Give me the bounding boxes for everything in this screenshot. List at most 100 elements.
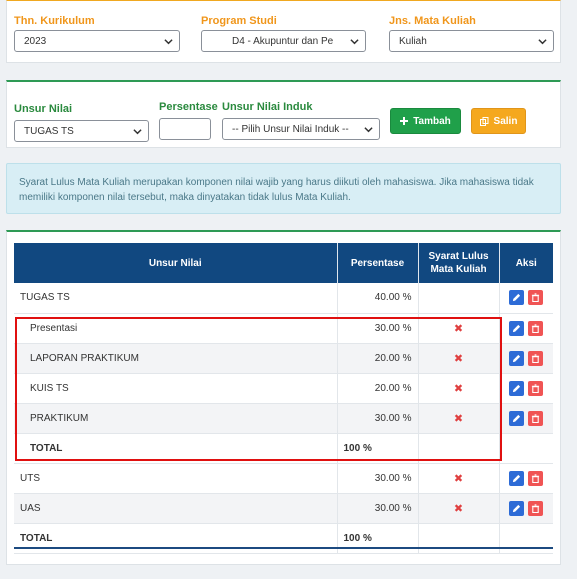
jenis-mata-kuliah-select[interactable]: Kuliah bbox=[389, 30, 554, 52]
tambah-button-label: Tambah bbox=[413, 115, 451, 127]
pencil-icon bbox=[513, 414, 521, 422]
filter-card: Thn. Kurikulum 2023 Program Studi D4 - A… bbox=[6, 0, 561, 63]
unsur-nilai-cell: UAS bbox=[14, 493, 338, 524]
tahun-kurikulum-select[interactable]: 2023 bbox=[14, 30, 180, 52]
chevron-down-icon bbox=[538, 39, 547, 45]
unsur-nilai-select[interactable]: TUGAS TS bbox=[14, 120, 149, 142]
aksi-cell bbox=[499, 373, 553, 404]
edit-button[interactable] bbox=[509, 320, 525, 336]
table-row: KUIS TS 20.00 % ✖ bbox=[14, 373, 553, 404]
pencil-icon bbox=[513, 504, 521, 512]
copy-icon bbox=[479, 116, 489, 126]
delete-button[interactable] bbox=[528, 410, 544, 426]
col-header-aksi: Aksi bbox=[499, 243, 553, 283]
col-header-persentase: Persentase bbox=[337, 243, 419, 283]
delete-button[interactable] bbox=[528, 320, 544, 336]
program-studi-select[interactable]: D4 - Akupuntur dan Pe bbox=[201, 30, 366, 52]
aksi-cell bbox=[499, 283, 553, 314]
unsur-nilai-induk-value: -- Pilih Unsur Nilai Induk -- bbox=[232, 123, 349, 135]
trash-icon bbox=[532, 383, 540, 393]
persentase-cell: 30.00 % bbox=[337, 403, 419, 434]
edit-button[interactable] bbox=[509, 350, 525, 366]
table-row: LAPORAN PRAKTIKUM 20.00 % ✖ bbox=[14, 343, 553, 374]
x-mark-icon: ✖ bbox=[453, 472, 464, 485]
syarat-lulus-cell: ✖ bbox=[418, 403, 500, 434]
syarat-lulus-cell: ✖ bbox=[418, 373, 500, 404]
unsur-nilai-cell: LAPORAN PRAKTIKUM bbox=[14, 343, 338, 374]
unsur-nilai-label: Unsur Nilai bbox=[14, 103, 73, 115]
tambah-button[interactable]: Tambah bbox=[390, 108, 461, 134]
edit-button[interactable] bbox=[509, 380, 525, 396]
chevron-down-icon bbox=[133, 129, 142, 135]
trash-icon bbox=[532, 293, 540, 303]
unsur-nilai-table: Unsur Nilai Persentase Syarat Lulus Mata… bbox=[14, 243, 553, 554]
edit-button[interactable] bbox=[509, 470, 525, 486]
pencil-icon bbox=[513, 474, 521, 482]
tahun-kurikulum-label: Thn. Kurikulum bbox=[14, 15, 95, 27]
unsur-nilai-cell: KUIS TS bbox=[14, 373, 338, 404]
aksi-cell bbox=[499, 433, 553, 464]
pencil-icon bbox=[513, 324, 521, 332]
edit-button[interactable] bbox=[509, 410, 525, 426]
table-bottom-rule bbox=[14, 547, 553, 549]
col-header-unsur-nilai: Unsur Nilai bbox=[14, 243, 338, 283]
syarat-lulus-cell: ✖ bbox=[418, 463, 500, 494]
plus-icon bbox=[400, 117, 409, 125]
unsur-nilai-cell: UTS bbox=[14, 463, 338, 494]
syarat-lulus-cell bbox=[418, 283, 500, 314]
salin-button[interactable]: Salin bbox=[471, 108, 526, 134]
persentase-label: Persentase bbox=[159, 101, 218, 113]
table-row: TUGAS TS 40.00 % bbox=[14, 283, 553, 314]
unsur-nilai-cell: TUGAS TS bbox=[14, 283, 338, 314]
unsur-nilai-induk-select[interactable]: -- Pilih Unsur Nilai Induk -- bbox=[222, 118, 380, 140]
trash-icon bbox=[532, 353, 540, 363]
table-row: UTS 30.00 % ✖ bbox=[14, 463, 553, 494]
aksi-cell bbox=[499, 313, 553, 344]
x-mark-icon: ✖ bbox=[453, 382, 464, 395]
info-alert: Syarat Lulus Mata Kuliah merupakan kompo… bbox=[6, 163, 561, 214]
persentase-input[interactable] bbox=[159, 118, 211, 140]
trash-icon bbox=[532, 473, 540, 483]
delete-button[interactable] bbox=[528, 350, 544, 366]
pencil-icon bbox=[513, 354, 521, 362]
unsur-nilai-cell: Presentasi bbox=[14, 313, 338, 344]
table-header-row: Unsur Nilai Persentase Syarat Lulus Mata… bbox=[14, 243, 553, 283]
delete-button[interactable] bbox=[528, 500, 544, 516]
x-mark-icon: ✖ bbox=[453, 322, 464, 335]
aksi-cell bbox=[499, 343, 553, 374]
pencil-icon bbox=[513, 384, 521, 392]
unsur-nilai-value: TUGAS TS bbox=[24, 125, 74, 137]
edit-button[interactable] bbox=[509, 290, 525, 306]
chevron-down-icon bbox=[164, 39, 173, 45]
syarat-lulus-cell: ✖ bbox=[418, 343, 500, 374]
table-row: TOTAL 100 % bbox=[14, 433, 553, 464]
aksi-cell bbox=[499, 463, 553, 494]
salin-button-label: Salin bbox=[493, 115, 518, 127]
program-studi-label: Program Studi bbox=[201, 15, 277, 27]
unsur-nilai-cell: TOTAL bbox=[14, 433, 338, 464]
tahun-kurikulum-value: 2023 bbox=[24, 35, 47, 47]
jenis-mata-kuliah-label: Jns. Mata Kuliah bbox=[389, 15, 476, 27]
table-row: PRAKTIKUM 30.00 % ✖ bbox=[14, 403, 553, 434]
x-mark-icon: ✖ bbox=[453, 352, 464, 365]
aksi-cell bbox=[499, 493, 553, 524]
persentase-cell: 20.00 % bbox=[337, 373, 419, 404]
x-mark-icon: ✖ bbox=[453, 412, 464, 425]
edit-button[interactable] bbox=[509, 500, 525, 516]
col-header-syarat-line-2: Mata Kuliah bbox=[430, 264, 487, 275]
delete-button[interactable] bbox=[528, 380, 544, 396]
col-header-syarat-lulus: Syarat Lulus Mata Kuliah bbox=[418, 243, 500, 283]
trash-icon bbox=[532, 413, 540, 423]
program-studi-value: D4 - Akupuntur dan Pe bbox=[232, 35, 334, 47]
syarat-lulus-cell: ✖ bbox=[418, 313, 500, 344]
persentase-cell: 20.00 % bbox=[337, 343, 419, 374]
table-row: Presentasi 30.00 % ✖ bbox=[14, 313, 553, 344]
pencil-icon bbox=[513, 294, 521, 302]
persentase-cell: 30.00 % bbox=[337, 313, 419, 344]
syarat-lulus-cell bbox=[418, 433, 500, 464]
entry-card: Unsur Nilai TUGAS TS Persentase Unsur Ni… bbox=[6, 80, 561, 148]
unsur-nilai-cell: PRAKTIKUM bbox=[14, 403, 338, 434]
delete-button[interactable] bbox=[528, 470, 544, 486]
delete-button[interactable] bbox=[528, 290, 544, 306]
syarat-lulus-cell: ✖ bbox=[418, 493, 500, 524]
